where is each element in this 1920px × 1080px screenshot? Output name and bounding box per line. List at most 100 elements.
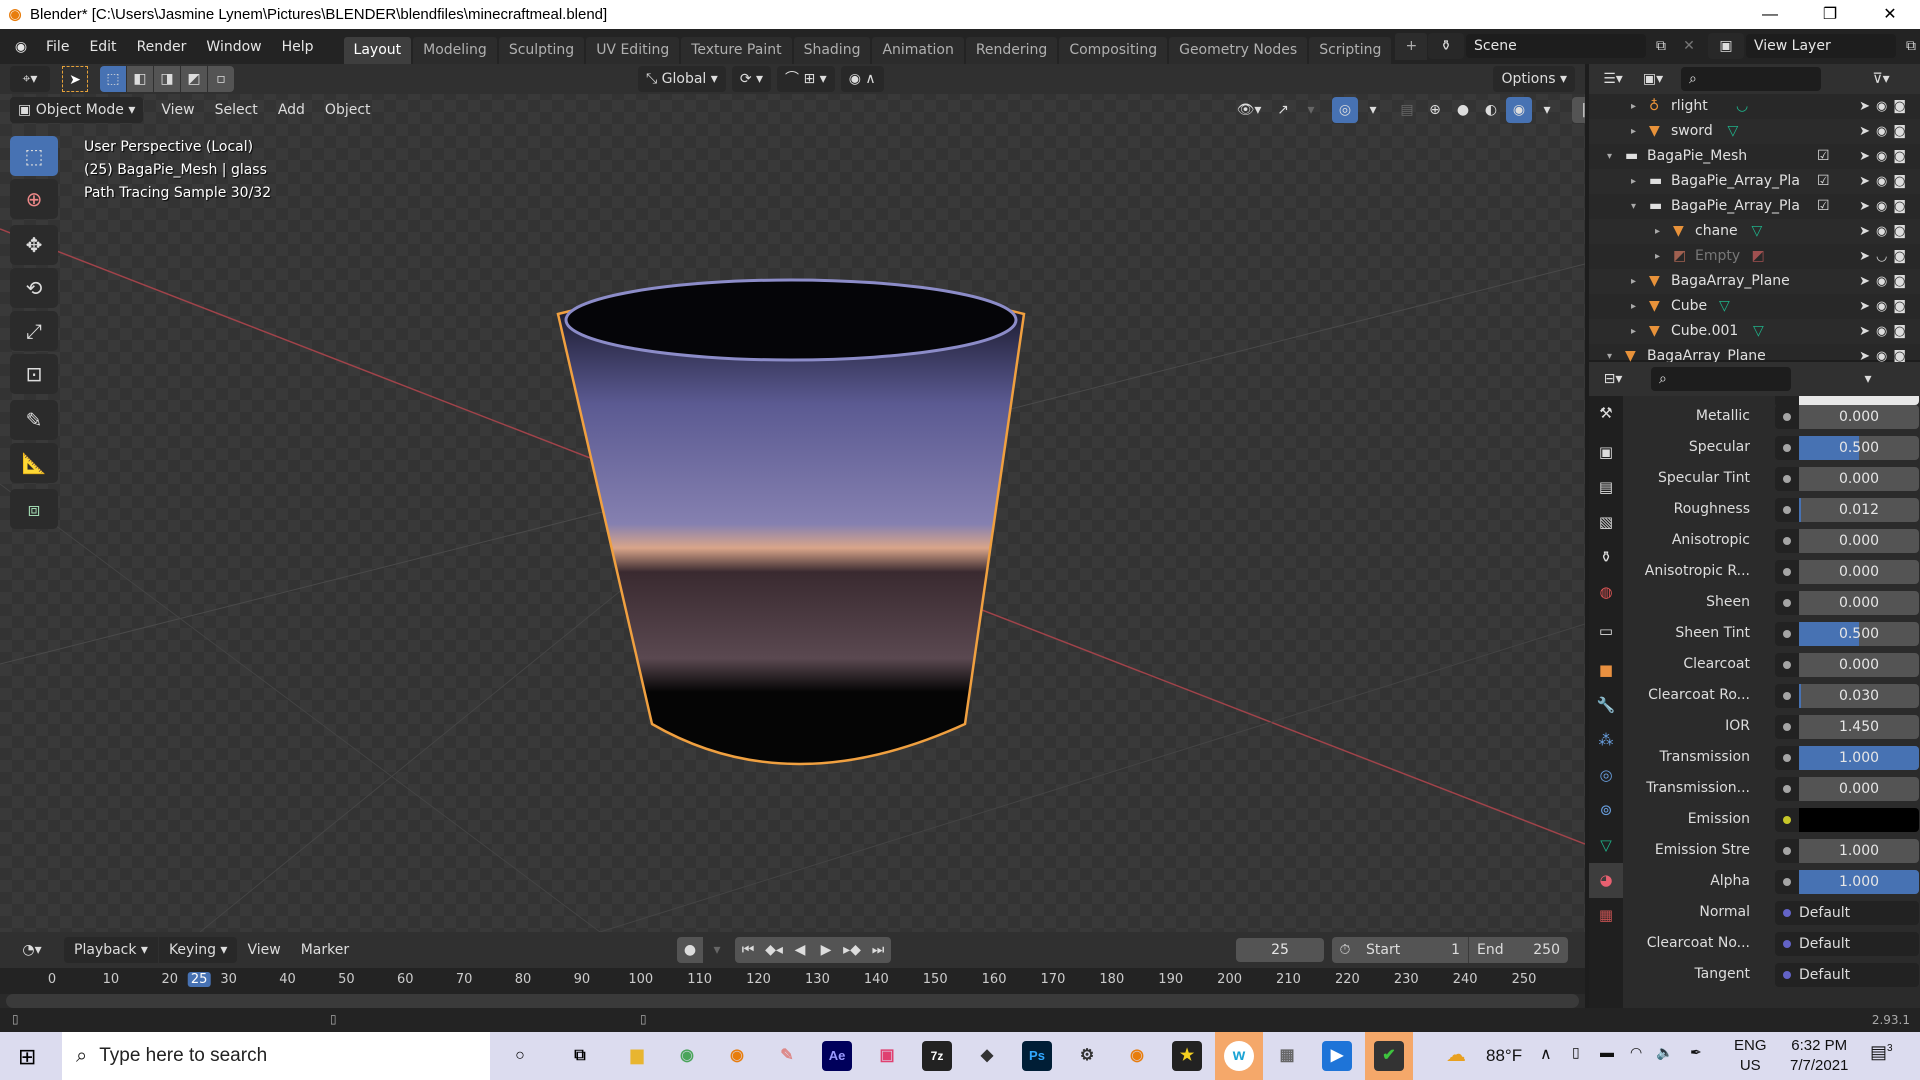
menu-render[interactable]: Render bbox=[127, 39, 197, 55]
vector-socket-icon[interactable] bbox=[1783, 940, 1791, 948]
vector-socket-icon[interactable] bbox=[1783, 909, 1791, 917]
filter-icon[interactable]: ⊽▾ bbox=[1863, 66, 1899, 92]
value-slider[interactable]: 0.000 bbox=[1799, 591, 1919, 615]
outliner-row[interactable]: ▸ ▼ BagaArray_Plane ➤◉◙ bbox=[1589, 269, 1920, 294]
monitor-app-icon[interactable]: ▦ bbox=[1272, 1041, 1302, 1071]
render-camera-icon[interactable]: ◙ bbox=[1893, 324, 1912, 339]
value-slider[interactable]: 0.000 bbox=[1799, 529, 1919, 553]
value-slider[interactable]: 1.450 bbox=[1799, 715, 1919, 739]
playhead[interactable]: 25 bbox=[187, 972, 211, 987]
render-camera-icon[interactable]: ◙ bbox=[1893, 199, 1912, 214]
battery-icon[interactable]: ▬ bbox=[1600, 1044, 1614, 1060]
jump-to-next-keyframe-icon[interactable]: ▸◆ bbox=[839, 937, 865, 963]
outliner-item-name[interactable]: BagaPie_Array_Pla bbox=[1671, 169, 1800, 194]
properties-tab-output-icon[interactable]: ▤ bbox=[1589, 470, 1623, 505]
input-socket[interactable] bbox=[1775, 405, 1799, 429]
7zip-icon[interactable]: 7z bbox=[922, 1041, 952, 1071]
menu-window[interactable]: Window bbox=[196, 39, 271, 55]
preview-range-icon[interactable]: ⏱ bbox=[1332, 937, 1358, 963]
properties-tab-constraints-icon[interactable]: ⊚ bbox=[1589, 793, 1623, 828]
menu-edit[interactable]: Edit bbox=[79, 39, 126, 55]
properties-editor-type-icon[interactable]: ⊟▾ bbox=[1595, 366, 1631, 392]
value-slider[interactable]: 1.000 bbox=[1799, 839, 1919, 863]
properties-search-input[interactable]: ⌕ bbox=[1651, 367, 1791, 391]
image-data-icon[interactable]: ◩ bbox=[1752, 244, 1765, 269]
eye-icon[interactable]: ◉ bbox=[1876, 199, 1893, 214]
color-swatch[interactable] bbox=[1799, 808, 1919, 832]
value-slider[interactable]: 0.012 bbox=[1799, 498, 1919, 522]
media-player-icon[interactable]: ▶ bbox=[1322, 1041, 1352, 1071]
input-socket[interactable] bbox=[1775, 560, 1799, 584]
transform-orientation-dropdown[interactable]: ⤡ Global ▾ bbox=[638, 66, 726, 92]
input-socket[interactable] bbox=[1775, 808, 1799, 832]
shading-wireframe-icon[interactable]: ⊕ bbox=[1422, 97, 1448, 123]
editor-type-icon[interactable]: ⌖▾ bbox=[10, 66, 50, 92]
input-socket[interactable] bbox=[1775, 653, 1799, 677]
start-frame-field[interactable]: Start 1 bbox=[1358, 937, 1468, 963]
render-camera-icon[interactable]: ◙ bbox=[1893, 274, 1912, 289]
blender-menu-icon[interactable]: ◉ bbox=[6, 39, 36, 55]
expand-toggle-icon[interactable]: ▸ bbox=[1631, 169, 1636, 194]
tab-texture-paint[interactable]: Texture Paint bbox=[681, 37, 792, 64]
timeline-scrollbar[interactable] bbox=[6, 994, 1579, 1008]
chrome-icon[interactable]: ◉ bbox=[672, 1041, 702, 1071]
transform-tool[interactable]: ⊡ bbox=[10, 354, 58, 394]
properties-tab-render-icon[interactable]: ▣ bbox=[1589, 435, 1623, 470]
selectable-toggle-icon[interactable]: ➤ bbox=[1859, 99, 1876, 114]
outliner-row[interactable]: ▾ ▬ BagaPie_Mesh ☑ ➤◉◙ bbox=[1589, 144, 1920, 169]
hidden-eye-icon[interactable]: ◡ bbox=[1876, 249, 1893, 264]
shading-material-icon[interactable]: ◐ bbox=[1478, 97, 1504, 123]
weather-icon[interactable]: ☁ bbox=[1446, 1042, 1466, 1067]
rotate-tool[interactable]: ⟲ bbox=[10, 268, 58, 308]
display-mode-icon[interactable]: ▣▾ bbox=[1635, 66, 1671, 92]
input-socket[interactable] bbox=[1775, 870, 1799, 894]
tab-modeling[interactable]: Modeling bbox=[413, 37, 497, 64]
show-hidden-icons[interactable]: ∧ bbox=[1540, 1044, 1552, 1064]
writer-app-icon[interactable]: w bbox=[1224, 1041, 1254, 1071]
weather-temp[interactable]: 88°F bbox=[1486, 1046, 1522, 1066]
properties-tab-view-layer-icon[interactable]: ▧ bbox=[1589, 505, 1623, 540]
properties-tab-object-icon[interactable]: ■ bbox=[1589, 653, 1623, 688]
scene-selector-icon[interactable]: ⚱ bbox=[1428, 33, 1464, 59]
selectable-toggle-icon[interactable]: ➤ bbox=[1859, 299, 1876, 314]
visibility-selector-icon[interactable]: 👁▾ bbox=[1236, 97, 1262, 123]
outliner-item-name[interactable]: BagaArray_Plane bbox=[1671, 269, 1790, 294]
render-camera-icon[interactable]: ◙ bbox=[1893, 124, 1912, 139]
shading-dropdown-icon[interactable]: ▾ bbox=[1534, 97, 1560, 123]
vector-input-field[interactable]: Default bbox=[1775, 963, 1919, 987]
xray-toggle-icon[interactable]: ▤ bbox=[1394, 97, 1420, 123]
properties-tab-tool-icon[interactable]: ⚒ bbox=[1589, 396, 1623, 431]
tab-sculpting[interactable]: Sculpting bbox=[498, 37, 585, 64]
blender-taskbar-icon[interactable]: ◉ bbox=[722, 1041, 752, 1071]
eye-icon[interactable]: ◉ bbox=[1876, 299, 1893, 314]
mode-dropdown[interactable]: ▣ Object Mode ▾ bbox=[10, 97, 144, 123]
outliner-row[interactable]: ▸ ▼ Cube.001 ▽ ➤◉◙ bbox=[1589, 319, 1920, 344]
eye-icon[interactable]: ◉ bbox=[1876, 274, 1893, 289]
expand-toggle-icon[interactable]: ▾ bbox=[1631, 194, 1636, 219]
options-dropdown[interactable]: Options ▾ bbox=[1493, 66, 1575, 92]
cursor-tool[interactable]: ⊕ bbox=[10, 179, 58, 219]
snap-toggle[interactable]: ⌒ ⊞ ▾ bbox=[777, 66, 835, 92]
render-camera-icon[interactable]: ◙ bbox=[1893, 174, 1912, 189]
active-tool-icon[interactable]: ➤ bbox=[62, 66, 88, 92]
outliner-item-name[interactable]: BagaPie_Array_Pla bbox=[1671, 194, 1800, 219]
eye-icon[interactable]: ◉ bbox=[1876, 149, 1893, 164]
current-frame-field[interactable]: 25 bbox=[1236, 938, 1324, 962]
input-socket[interactable] bbox=[1775, 746, 1799, 770]
selectable-toggle-icon[interactable]: ➤ bbox=[1859, 249, 1876, 264]
timeline-menu-keying[interactable]: Keying ▾ bbox=[158, 937, 238, 963]
value-slider[interactable]: 0.000 bbox=[1799, 560, 1919, 584]
eye-icon[interactable]: ◉ bbox=[1876, 324, 1893, 339]
eye-icon[interactable]: ◉ bbox=[1876, 174, 1893, 189]
render-camera-icon[interactable]: ◙ bbox=[1893, 99, 1912, 114]
outliner-item-name[interactable]: chane bbox=[1695, 219, 1738, 244]
volume-icon[interactable]: 🔈 bbox=[1656, 1044, 1673, 1061]
expand-toggle-icon[interactable]: ▸ bbox=[1631, 269, 1636, 294]
viewport-menu-select[interactable]: Select bbox=[205, 102, 268, 118]
input-socket[interactable] bbox=[1775, 622, 1799, 646]
eye-icon[interactable]: ◉ bbox=[1876, 224, 1893, 239]
input-socket[interactable] bbox=[1775, 839, 1799, 863]
new-scene-icon[interactable]: ⧉ bbox=[1648, 33, 1674, 59]
vector-socket-icon[interactable] bbox=[1783, 971, 1791, 979]
select-invert-icon[interactable]: ◩ bbox=[181, 66, 207, 92]
